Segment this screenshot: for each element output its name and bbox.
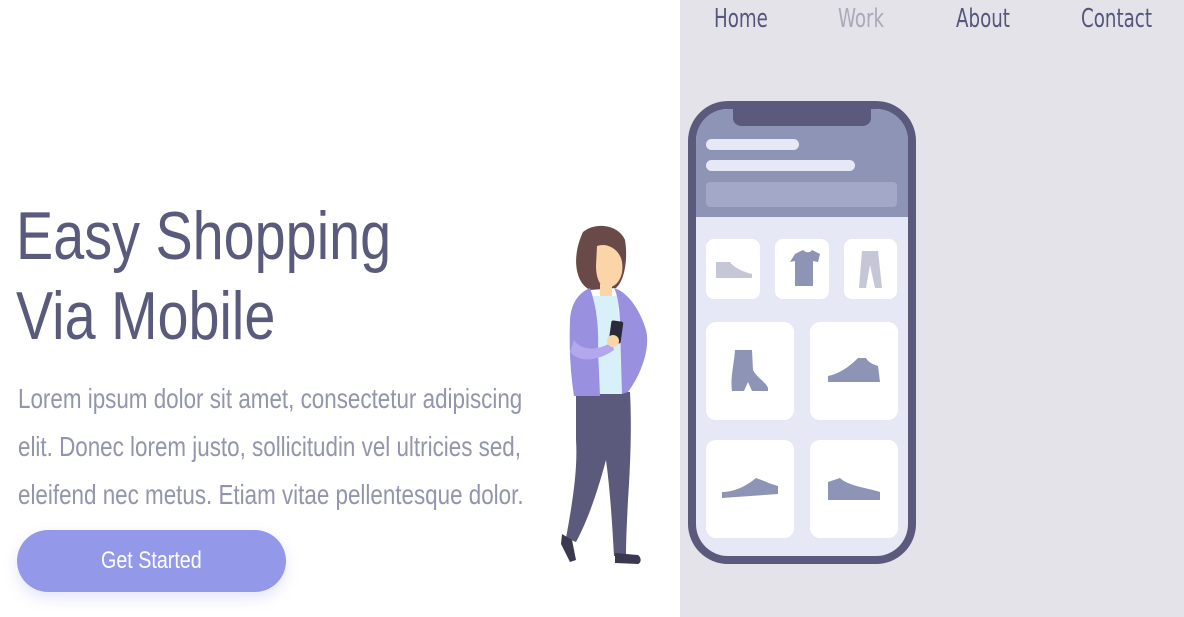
woman-hand (607, 335, 619, 347)
phone-header-line (706, 160, 855, 171)
product-card (844, 239, 897, 299)
woman-shoe (615, 553, 641, 564)
phone-search-bar (706, 182, 897, 207)
phone-mockup (688, 101, 916, 564)
shopping-illustration (561, 101, 916, 564)
woman-pants (566, 392, 631, 556)
phone-header-line (706, 139, 799, 150)
woman-figure (561, 225, 648, 564)
woman-neck (600, 284, 612, 296)
phone-notch (733, 101, 871, 126)
